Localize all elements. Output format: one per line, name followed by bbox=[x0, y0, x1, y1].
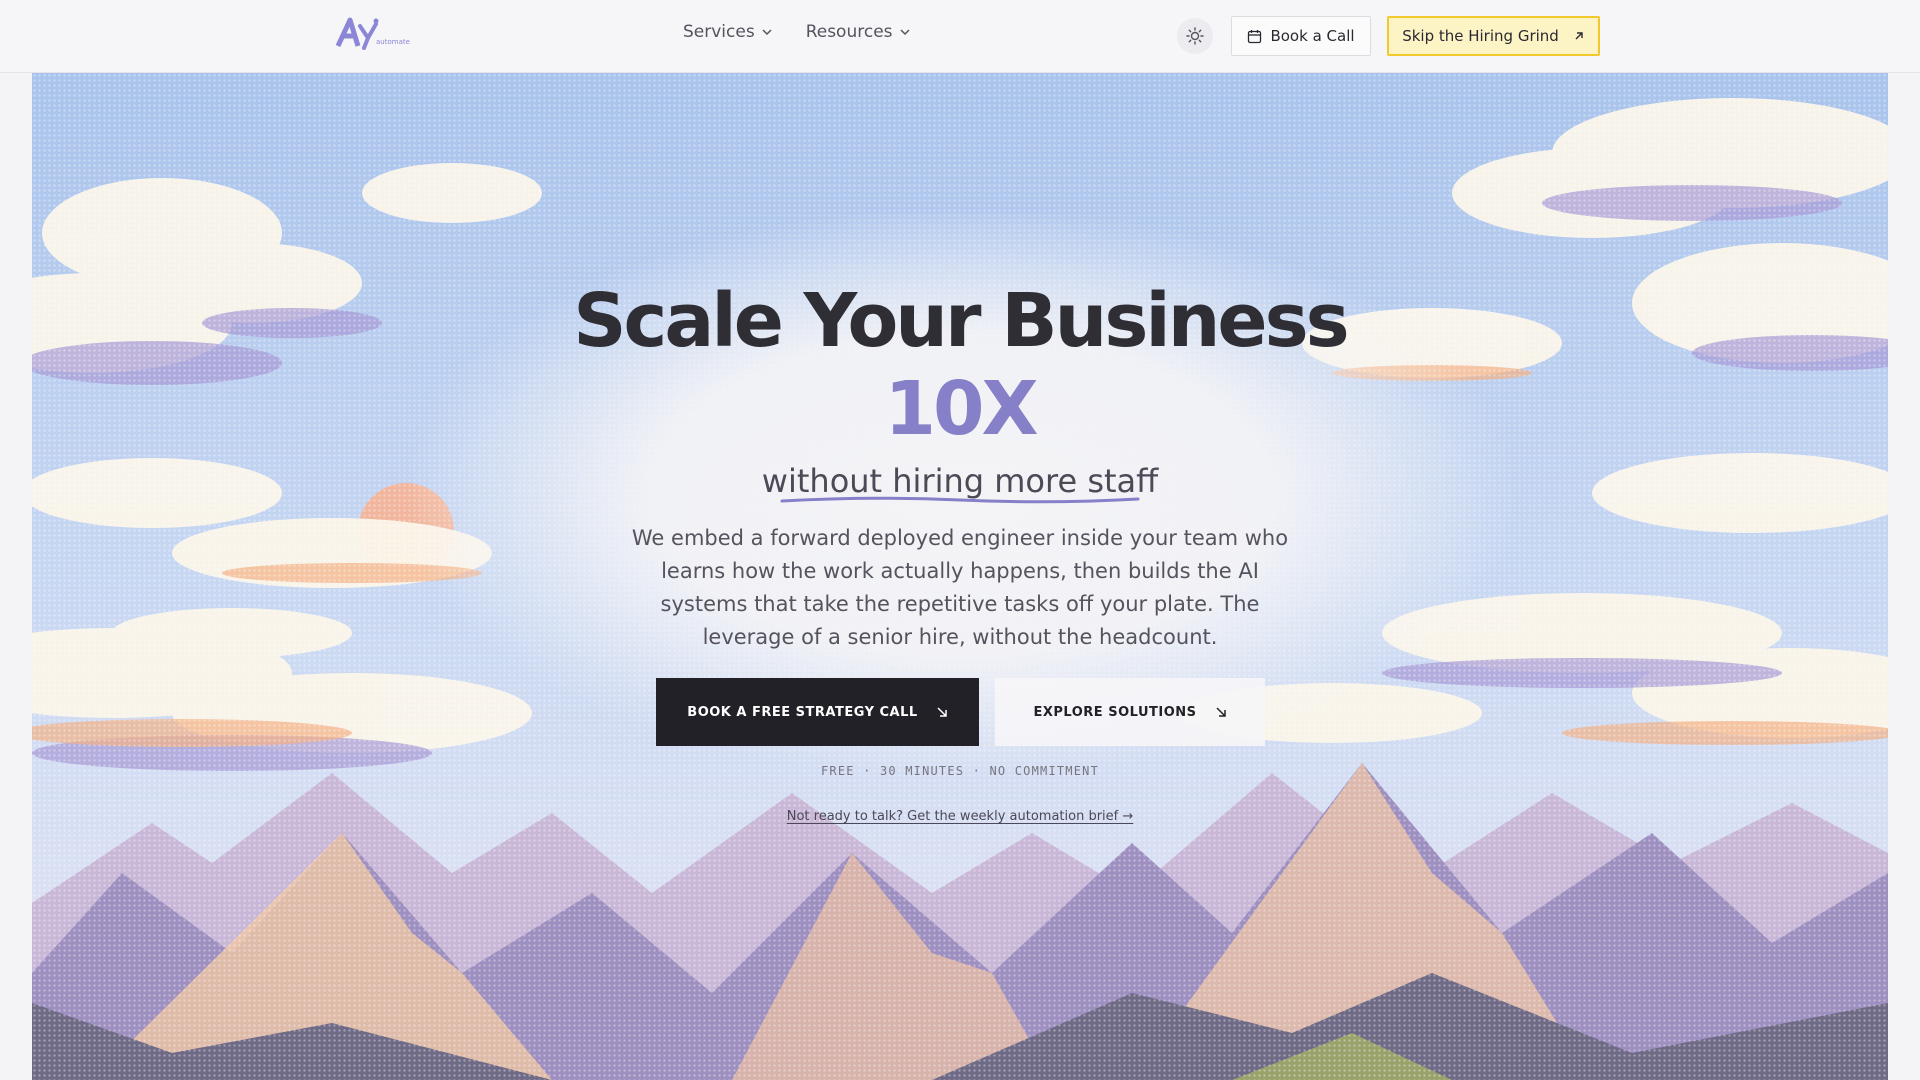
explore-solutions-label: EXPLORE SOLUTIONS bbox=[1033, 704, 1197, 720]
hero-headline: Scale Your Business bbox=[573, 278, 1349, 364]
theme-toggle-button[interactable] bbox=[1177, 18, 1213, 54]
calendar-icon bbox=[1248, 29, 1262, 43]
book-strategy-call-button[interactable]: BOOK A FREE STRATEGY CALL bbox=[656, 678, 979, 746]
subheadline-underline bbox=[780, 496, 1140, 504]
menu-resources[interactable]: Resources bbox=[806, 22, 910, 42]
brief-row: Not ready to talk? Get the weekly automa… bbox=[0, 805, 1920, 824]
arrow-up-right-icon bbox=[1575, 32, 1583, 40]
hero-description: We embed a forward deployed engineer ins… bbox=[631, 526, 1289, 649]
arrow-down-right-icon bbox=[1215, 707, 1226, 717]
top-nav: automate Services Resources Book a Call … bbox=[0, 0, 1920, 73]
arrow-down-right-icon bbox=[937, 707, 947, 717]
skip-hiring-label: Skip the Hiring Grind bbox=[1402, 27, 1559, 45]
book-call-button[interactable]: Book a Call bbox=[1231, 16, 1371, 56]
explore-solutions-button[interactable]: EXPLORE SOLUTIONS bbox=[995, 678, 1265, 746]
logo-subtitle: automate bbox=[376, 38, 410, 46]
book-call-label: Book a Call bbox=[1270, 27, 1355, 45]
cta-meta-text: FREE · 30 MINUTES · NO COMMITMENT bbox=[820, 764, 1099, 778]
skip-hiring-button[interactable]: Skip the Hiring Grind bbox=[1387, 16, 1600, 56]
book-strategy-call-label: BOOK A FREE STRATEGY CALL bbox=[687, 704, 918, 720]
main-menu: Services Resources bbox=[683, 22, 910, 42]
menu-services-label: Services bbox=[683, 22, 755, 42]
hero-accent: 10X bbox=[884, 366, 1038, 452]
sun-icon bbox=[1186, 27, 1204, 45]
weekly-brief-link[interactable]: Not ready to talk? Get the weekly automa… bbox=[787, 809, 1134, 824]
menu-services[interactable]: Services bbox=[683, 22, 772, 42]
chevron-down-icon bbox=[899, 29, 910, 36]
menu-resources-label: Resources bbox=[805, 22, 893, 42]
chevron-down-icon bbox=[762, 29, 772, 36]
